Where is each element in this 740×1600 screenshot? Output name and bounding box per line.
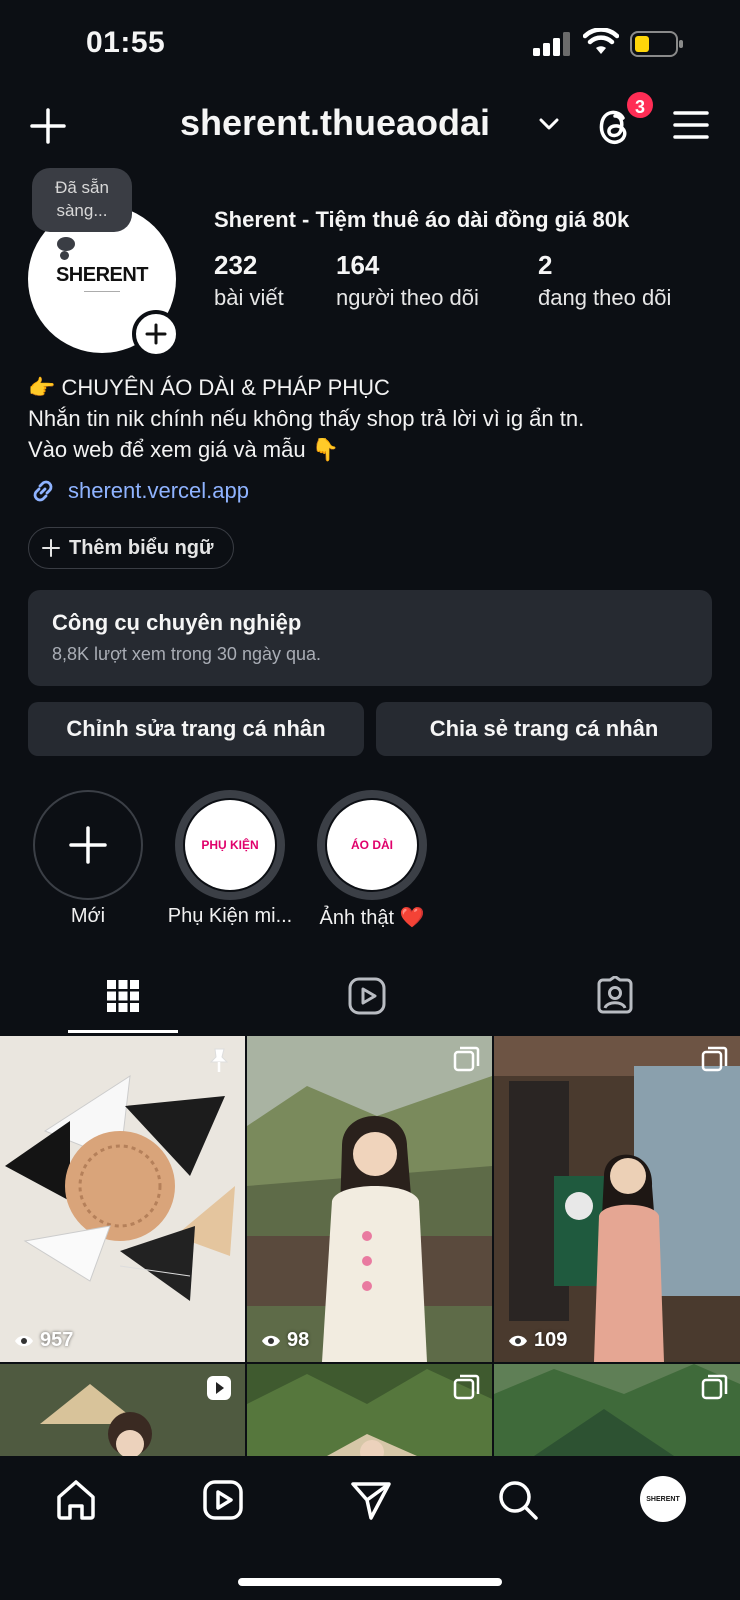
stat-label: bài viết [214, 285, 284, 310]
add-banner-button[interactable]: Thêm biểu ngữ [28, 527, 234, 569]
bio-line: Nhắn tin nik chính nếu không thấy shop t… [28, 406, 585, 431]
highlight-new[interactable]: Mới [33, 790, 143, 927]
home-indicator [238, 1578, 502, 1586]
search-icon[interactable] [496, 1478, 540, 1522]
carousel-icon [701, 1374, 728, 1400]
post-image [0, 1036, 245, 1362]
post-view-count: 98 [261, 1329, 309, 1352]
post-view-count: 109 [508, 1329, 567, 1352]
wifi-icon [583, 28, 619, 54]
bio-line: Vào web để xem giá và mẫu 👇 [28, 437, 340, 462]
view-count-text: 957 [40, 1329, 74, 1351]
professional-dashboard[interactable]: Công cụ chuyên nghiệp 8,8K lượt xem tron… [28, 590, 712, 686]
pro-tools-title: Công cụ chuyên nghiệp [52, 610, 302, 635]
pro-tools-subtitle: 8,8K lượt xem trong 30 ngày qua. [52, 644, 322, 664]
stat-following[interactable]: 2 đang theo dõi [538, 250, 671, 311]
stat-label: người theo dõi [336, 285, 479, 310]
notification-badge: 3 [625, 90, 655, 120]
tagged-tab-icon[interactable] [595, 976, 635, 1016]
posts-grid: 957 98 109 [0, 1036, 740, 1456]
account-username[interactable]: sherent.thueaodai [180, 102, 490, 144]
create-plus-icon[interactable] [28, 106, 68, 146]
stat-value: 232 [214, 250, 258, 280]
reel-icon [207, 1376, 231, 1400]
stat-followers[interactable]: 164 người theo dõi [336, 250, 479, 311]
highlight-ring [33, 790, 143, 900]
profile-link[interactable]: sherent.vercel.app [28, 476, 249, 506]
post-thumbnail[interactable] [0, 1364, 245, 1456]
chevron-down-icon[interactable] [538, 116, 560, 132]
eye-icon [15, 1335, 33, 1346]
eye-icon [262, 1335, 280, 1346]
avatar-logo-subtext: —————— [84, 288, 120, 295]
stat-posts[interactable]: 232 bài viết [214, 250, 284, 311]
post-thumbnail[interactable] [494, 1364, 740, 1456]
plus-icon [69, 826, 107, 864]
link-text[interactable]: sherent.vercel.app [68, 478, 249, 504]
avatar-logo-text: SHERENT [55, 263, 149, 286]
post-thumbnail[interactable]: 957 [0, 1036, 245, 1362]
highlight-ring: PHỤ KIỆN [175, 790, 285, 900]
post-image [247, 1036, 492, 1362]
plus-icon [42, 539, 60, 557]
profile-tabs [0, 960, 740, 1033]
direct-messages-icon[interactable] [349, 1478, 393, 1522]
stat-value: 2 [538, 250, 553, 280]
add-story-button[interactable] [132, 310, 180, 358]
highlight-ring: ÁO DÀI [317, 790, 427, 900]
view-count-text: 109 [534, 1329, 568, 1351]
reels-tab-icon[interactable] [347, 976, 387, 1016]
status-time: 01:55 [86, 26, 166, 59]
display-name: Sherent - Tiệm thuê áo dài đồng giá 80k [214, 207, 630, 232]
status-bar: 01:55 [0, 0, 740, 90]
eye-icon [509, 1335, 527, 1346]
carousel-icon [453, 1046, 480, 1072]
highlight-cover: PHỤ KIỆN [185, 800, 275, 890]
post-thumbnail[interactable]: 109 [494, 1036, 740, 1362]
carousel-icon [701, 1046, 728, 1072]
share-profile-button[interactable]: Chia sẻ trang cá nhân [376, 702, 712, 756]
highlight-phu-kien[interactable]: PHỤ KIỆN Phụ Kiện mi... [168, 790, 292, 927]
plus-icon [145, 323, 167, 345]
view-count-text: 98 [287, 1329, 310, 1351]
cellular-signal-icon [533, 32, 570, 56]
post-image [494, 1036, 740, 1362]
battery-icon [630, 31, 683, 57]
stat-value: 164 [336, 250, 380, 280]
link-icon [33, 480, 53, 502]
profile-header: sherent.thueaodai 3 [0, 90, 740, 160]
bio-line: 👉 CHUYÊN ÁO DÀI & PHÁP PHỤC [28, 375, 390, 400]
highlight-label: Ảnh thật ❤️ [319, 907, 425, 929]
edit-profile-button[interactable]: Chỉnh sửa trang cá nhân [28, 702, 364, 756]
note-tail [57, 237, 75, 251]
grid-icon[interactable] [103, 976, 143, 1016]
hamburger-menu-icon[interactable] [672, 108, 710, 142]
profile-bio: 👉 CHUYÊN ÁO DÀI & PHÁP PHỤC Nhắn tin nik… [28, 372, 584, 465]
post-thumbnail[interactable] [247, 1364, 492, 1456]
pin-icon [209, 1048, 229, 1072]
add-banner-label: Thêm biểu ngữ [69, 536, 214, 559]
carousel-icon [453, 1374, 480, 1400]
profile-note[interactable]: Đã sẵn sàng... [32, 168, 132, 232]
bottom-navigation: SHERENT [0, 1456, 740, 1600]
post-view-count: 957 [14, 1329, 73, 1352]
stat-label: đang theo dõi [538, 285, 672, 310]
note-tail-small [60, 251, 69, 260]
profile-tab-avatar[interactable]: SHERENT [640, 1476, 686, 1522]
post-thumbnail[interactable]: 98 [247, 1036, 492, 1362]
active-tab-indicator [68, 1030, 178, 1033]
reels-icon[interactable] [201, 1478, 245, 1522]
home-icon[interactable] [54, 1478, 98, 1522]
highlight-anh-that[interactable]: ÁO DÀI Ảnh thật ❤️ [317, 790, 427, 929]
highlight-cover: ÁO DÀI [327, 800, 417, 890]
